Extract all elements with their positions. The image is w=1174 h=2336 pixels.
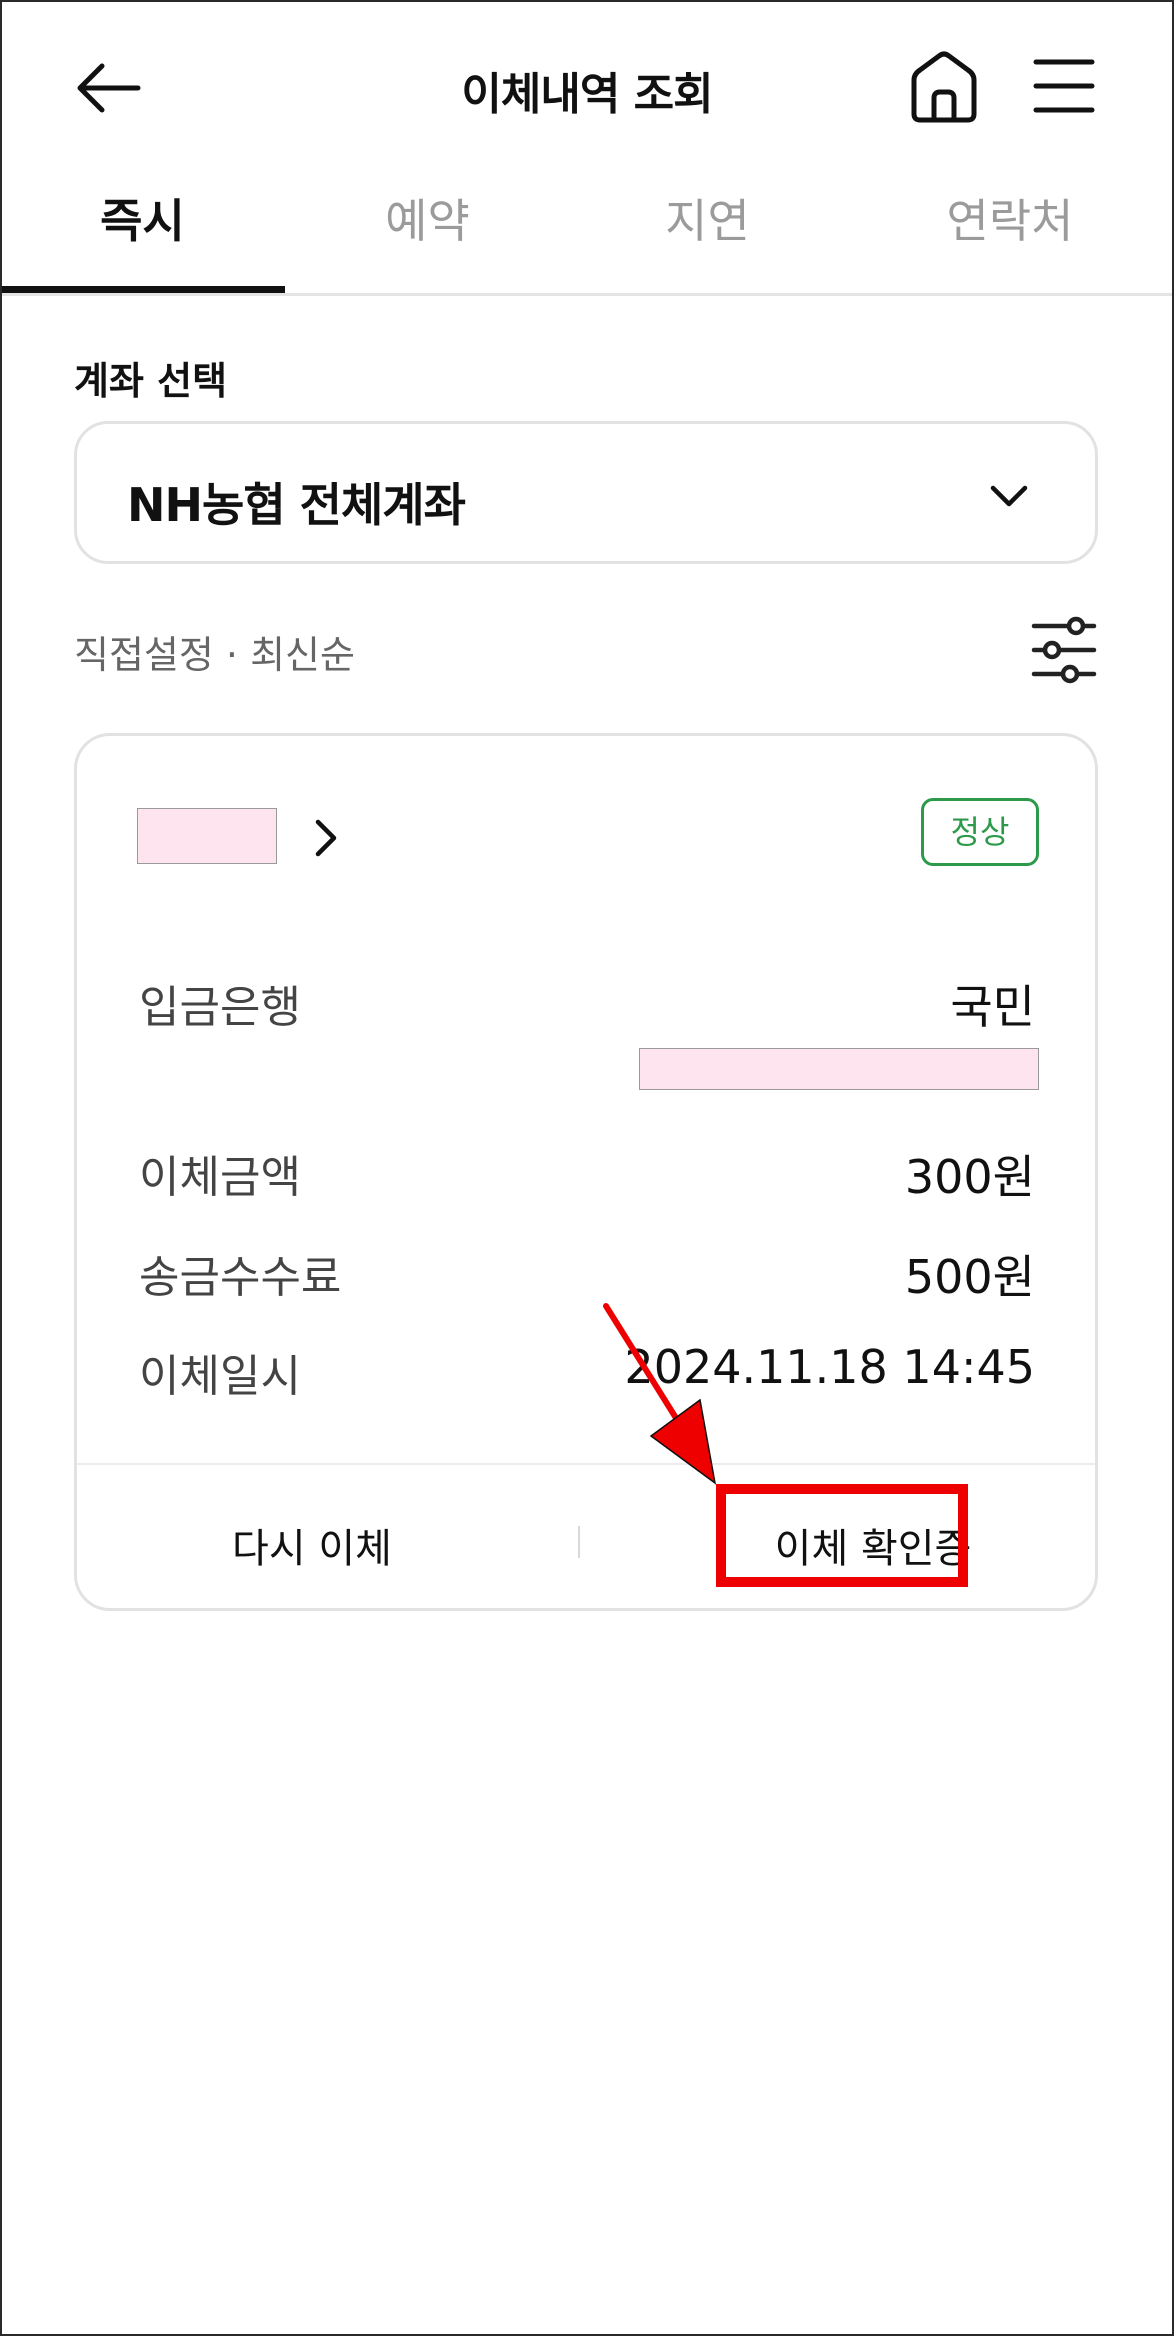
fee-label: 송금수수료 (139, 1252, 342, 1303)
menu-button[interactable] (1032, 56, 1096, 116)
tab-immediate[interactable]: 즉시 (40, 176, 245, 296)
transfer-datetime-value: 2024.11.18 14:45 (624, 1340, 1035, 1394)
hamburger-menu-icon (1033, 59, 1095, 113)
page-title: 이체내역 조회 (461, 69, 713, 120)
tab-scheduled[interactable]: 예약 (325, 176, 530, 296)
fee-value: 500원 (904, 1250, 1035, 1304)
redacted-recipient-name (137, 808, 277, 864)
redacted-account-number (639, 1048, 1039, 1090)
chevron-right-icon[interactable] (309, 816, 343, 860)
annotation-highlight-box (716, 1484, 968, 1587)
home-icon (911, 51, 977, 123)
transfer-datetime-label: 이체일시 (139, 1351, 301, 1402)
account-select-label: 계좌 선택 (74, 359, 228, 403)
active-tab-indicator (0, 286, 285, 293)
transaction-card: 정상 입금은행 국민 이체금액 300원 송금수수료 500원 이체일시 202… (74, 733, 1098, 1611)
tab-delayed[interactable]: 지연 (605, 176, 810, 296)
transfer-type-tabs: 즉시 예약 지연 연락처 (0, 176, 1174, 296)
transfer-amount-value: 300원 (904, 1150, 1035, 1204)
app-header: 이체내역 조회 (0, 0, 1174, 176)
chevron-down-icon (990, 485, 1028, 507)
account-dropdown[interactable]: NH농협 전체계좌 (74, 421, 1098, 564)
card-divider (77, 1463, 1095, 1465)
sort-filter-summary[interactable]: 직접설정 · 최신순 (74, 624, 355, 679)
deposit-bank-label: 입금은행 (139, 982, 301, 1033)
home-button[interactable] (908, 50, 980, 126)
tab-contacts[interactable]: 연락처 (905, 176, 1115, 296)
transfer-amount-label: 이체금액 (139, 1152, 301, 1203)
sliders-icon (1031, 616, 1097, 684)
status-badge: 정상 (921, 798, 1039, 866)
action-separator (578, 1526, 580, 1558)
account-dropdown-value: NH농협 전체계좌 (127, 478, 466, 532)
retransfer-button[interactable]: 다시 이체 (157, 1516, 467, 1574)
filter-settings-button[interactable] (1030, 616, 1098, 684)
deposit-bank-value: 국민 (950, 980, 1035, 1034)
